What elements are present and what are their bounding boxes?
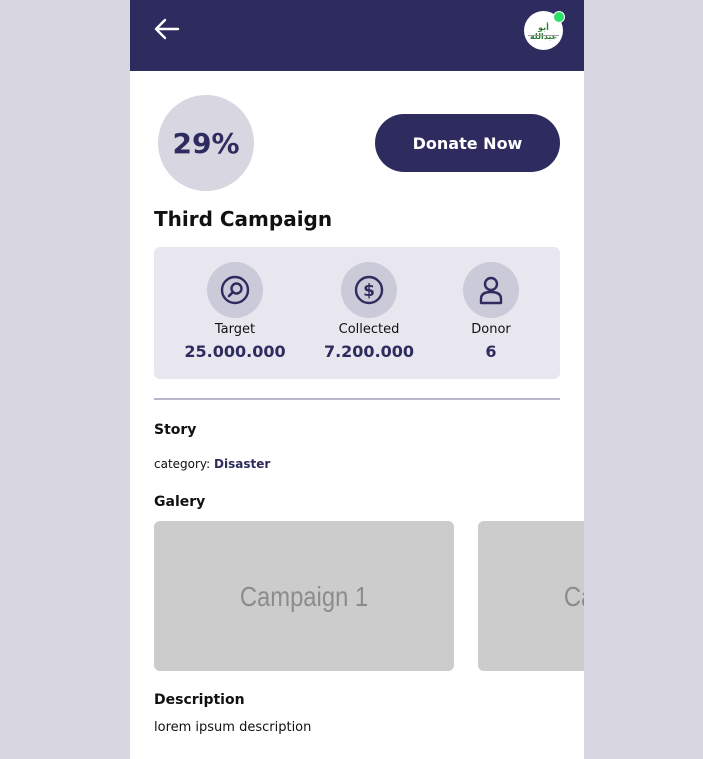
stat-collected: $ Collected 7.200.000 xyxy=(309,262,429,362)
stat-value: 7.200.000 xyxy=(323,342,415,361)
online-status-dot xyxy=(553,11,565,23)
stat-target: Target 25.000.000 xyxy=(175,262,295,362)
category-link[interactable]: Disaster xyxy=(214,457,270,471)
app-header: أبو عبدالله xyxy=(130,0,584,71)
svg-text:$: $ xyxy=(363,281,375,301)
description-text: lorem ipsum description xyxy=(154,720,312,735)
gallery-item[interactable]: Campaign 2 xyxy=(478,521,584,671)
category-line: category: Disaster xyxy=(154,457,270,471)
category-label: category: xyxy=(154,457,215,471)
campaign-detail-screen: أبو عبدالله 29% Donate Now Third Campaig… xyxy=(130,0,584,759)
gallery-heading: Galery xyxy=(154,494,206,510)
stats-panel: Target 25.000.000 $ Collected 7.200.000 … xyxy=(154,247,560,379)
stat-label: Collected xyxy=(338,322,400,337)
avatar-logo-rule xyxy=(528,35,559,36)
stat-donor: Donor 6 xyxy=(431,262,551,362)
donate-now-button[interactable]: Donate Now xyxy=(375,114,560,172)
gallery-item-label: Campaign 2 xyxy=(563,581,584,612)
campaign-title: Third Campaign xyxy=(154,207,333,231)
gallery-item-label: Campaign 1 xyxy=(239,581,369,612)
search-icon xyxy=(220,275,250,305)
stat-icon-circle: $ xyxy=(341,262,397,318)
dollar-icon: $ xyxy=(354,275,384,305)
user-icon xyxy=(479,276,503,305)
stat-icon-circle xyxy=(207,262,263,318)
progress-indicator: 29% xyxy=(158,95,254,191)
avatar-logo-text: أبو عبدالله xyxy=(529,23,558,41)
section-divider xyxy=(154,398,560,400)
story-heading: Story xyxy=(154,422,197,438)
stat-value: 6 xyxy=(485,342,497,361)
stat-label: Target xyxy=(214,322,256,337)
stat-label: Donor xyxy=(471,322,511,337)
gallery-item[interactable]: Campaign 1 xyxy=(154,521,454,671)
back-button[interactable] xyxy=(152,14,182,44)
stat-value: 25.000.000 xyxy=(184,342,286,361)
stat-icon-circle xyxy=(463,262,519,318)
arrow-left-icon xyxy=(154,18,180,40)
description-heading: Description xyxy=(154,692,245,708)
